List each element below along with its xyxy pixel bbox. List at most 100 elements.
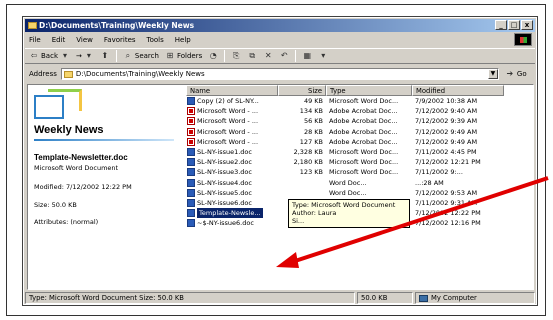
file-row[interactable]: SL-NY-issue4.doc Word Doc... ...:28 AM [186,178,533,188]
column-header-name[interactable]: Name [186,85,278,96]
file-name: SL-NY-issue4.doc [197,178,252,187]
toolbar-separator [115,50,117,62]
tooltip-author: Author: Laura [292,209,337,217]
up-folder-icon[interactable]: ⬆ [100,51,110,61]
file-modified: 7/11/2002 9:... [415,168,463,177]
title-bar[interactable]: D:\Documents\Training\Weekly News _ □ x [25,19,535,32]
file-row[interactable]: SL-NY-issue2.doc 2,180 KB Microsoft Word D… [186,157,533,167]
folders-icon: ⊞ [166,51,174,60]
chevron-down-icon: ▾ [86,51,91,60]
selected-file-type: Microsoft Word Document [34,164,119,172]
file-row[interactable]: SL-NY-issue1.doc 2,328 KB Microsoft Word D… [186,147,533,157]
file-name-cell[interactable]: Template-Newsle... [186,208,278,219]
file-name-cell[interactable]: Microsoft Word - ... [186,127,278,137]
file-name: Microsoft Word - ... [197,107,259,116]
file-modified: ...:28 AM [415,178,444,187]
file-row[interactable]: Microsoft Word - ... 28 KB Adobe Acrobat D… [186,127,533,137]
file-name-cell[interactable]: SL-NY-issue6.doc [186,198,278,208]
column-header-modified[interactable]: Modified [412,85,504,96]
file-row[interactable]: SL-NY-issue3.doc 123 KB Microsoft Word Doc… [186,167,533,177]
file-size: 123 KB [299,168,323,177]
file-name-cell[interactable]: SL-NY-issue3.doc [186,167,278,177]
word-file-icon [187,168,195,177]
minimize-button[interactable]: _ [495,20,507,30]
file-name: ~$-NY-issue6.doc [197,219,254,228]
menu-help[interactable]: Help [175,34,191,46]
selected-file-modified: Modified: 7/12/2002 12:22 PM [34,183,132,191]
copy-to-icon[interactable]: ⧉ [247,51,257,61]
status-text: Type: Microsoft Word Document Size: 50.0… [25,292,355,304]
file-row[interactable]: Microsoft Word - ... 134 KB Adobe Acrobat … [186,106,533,116]
go-arrow-icon: ➔ [506,68,514,78]
file-modified: 7/11/2002 9:31 AM [415,198,478,207]
tooltip-type: Type: Microsoft Word Document [292,201,396,209]
file-name-cell[interactable]: SL-NY-issue2.doc [186,157,278,167]
file-name-cell[interactable]: SL-NY-issue1.doc [186,147,278,157]
file-type: Microsoft Word Doc... [329,97,399,105]
divider [34,139,174,141]
computer-icon [419,294,428,302]
address-dropdown-button[interactable]: ▼ [487,68,498,79]
file-row[interactable]: Microsoft Word - ... 56 KB Adobe Acrobat D… [186,116,533,126]
menu-tools[interactable]: Tools [147,34,164,46]
chevron-down-icon[interactable]: ▾ [318,51,328,61]
menu-file[interactable]: File [29,34,41,46]
file-name: Microsoft Word - ... [197,117,259,126]
forward-label: → [76,52,82,60]
file-name-cell[interactable]: Microsoft Word - ... [186,137,278,147]
menu-bar: File Edit View Favorites Tools Help [25,34,535,46]
forward-button[interactable]: → ▾ [76,51,94,61]
file-name-cell[interactable]: Microsoft Word - ... [186,116,278,126]
file-name: SL-NY-issue1.doc [197,147,252,156]
selected-file-size: Size: 50.0 KB [34,201,77,209]
file-name-cell[interactable]: Microsoft Word - ... [186,106,278,116]
file-type: Word Doc... [329,188,367,197]
menu-edit[interactable]: Edit [52,34,66,46]
back-button[interactable]: ⇦ Back ▾ [29,51,70,61]
search-button[interactable]: ⌕ Search [123,51,159,61]
column-header-size[interactable]: Size [278,85,326,96]
maximize-button[interactable]: □ [508,20,520,30]
status-zone: My Computer [415,292,535,304]
folder-icon [63,70,73,78]
explorer-window: D:\Documents\Training\Weekly News _ □ x … [22,16,538,306]
undo-icon[interactable]: ↶ [279,51,289,61]
back-arrow-icon: ⇦ [30,51,38,60]
file-name: SL-NY-issue2.doc [197,158,252,167]
file-row[interactable]: Microsoft Word - ... 127 KB Adobe Acrobat … [186,137,533,147]
word-file-icon [187,219,195,228]
close-button[interactable]: x [521,20,533,30]
views-icon[interactable]: ▦ [302,51,312,61]
go-button[interactable]: ➔ Go [505,69,527,79]
menu-view[interactable]: View [76,34,93,46]
status-size: 50.0 KB [357,292,413,304]
address-input[interactable]: D:\Documents\Training\Weekly News ▼ [60,67,499,80]
file-name-cell[interactable]: SL-NY-issue4.doc [186,178,278,188]
file-modified: 7/12/2002 12:22 PM [415,209,481,218]
windows-logo-icon [514,33,532,46]
file-name-cell[interactable]: SL-NY-issue5.doc [186,188,278,198]
column-header-type[interactable]: Type [326,85,412,96]
history-icon[interactable]: ◔ [208,51,218,61]
file-name-cell[interactable]: ~$-NY-issue6.doc [186,218,278,228]
pdf-file-icon [187,137,195,146]
folders-button[interactable]: ⊞ Folders [165,51,203,61]
toolbar-separator [224,50,226,62]
file-name-cell[interactable]: Copy (2) of SL-NY... [186,96,278,106]
folder-title: Weekly News [34,124,104,136]
address-bar: Address D:\Documents\Training\Weekly New… [25,66,535,81]
word-file-icon [187,198,195,207]
file-type: Adobe Acrobat Doc... [329,137,398,146]
delete-icon[interactable]: ✕ [263,51,273,61]
word-file-icon [187,209,195,218]
file-row[interactable]: Copy (2) of SL-NY... 49 KB Microsoft Word … [186,96,533,106]
move-to-icon[interactable]: ⎘ [231,51,241,61]
file-row[interactable]: SL-NY-issue5.doc Word Doc... 7/12/2002 9:5… [186,188,533,198]
file-type: Adobe Acrobat Doc... [329,127,398,136]
file-tooltip: Type: Microsoft Word Document Author: La… [288,199,410,228]
file-name: SL-NY-issue5.doc [197,188,252,197]
file-type: Microsoft Word Doc... [329,147,399,156]
menu-favorites[interactable]: Favorites [104,34,136,46]
file-modified: 7/11/2002 4:45 PM [415,147,477,156]
chevron-down-icon: ▾ [62,51,67,60]
